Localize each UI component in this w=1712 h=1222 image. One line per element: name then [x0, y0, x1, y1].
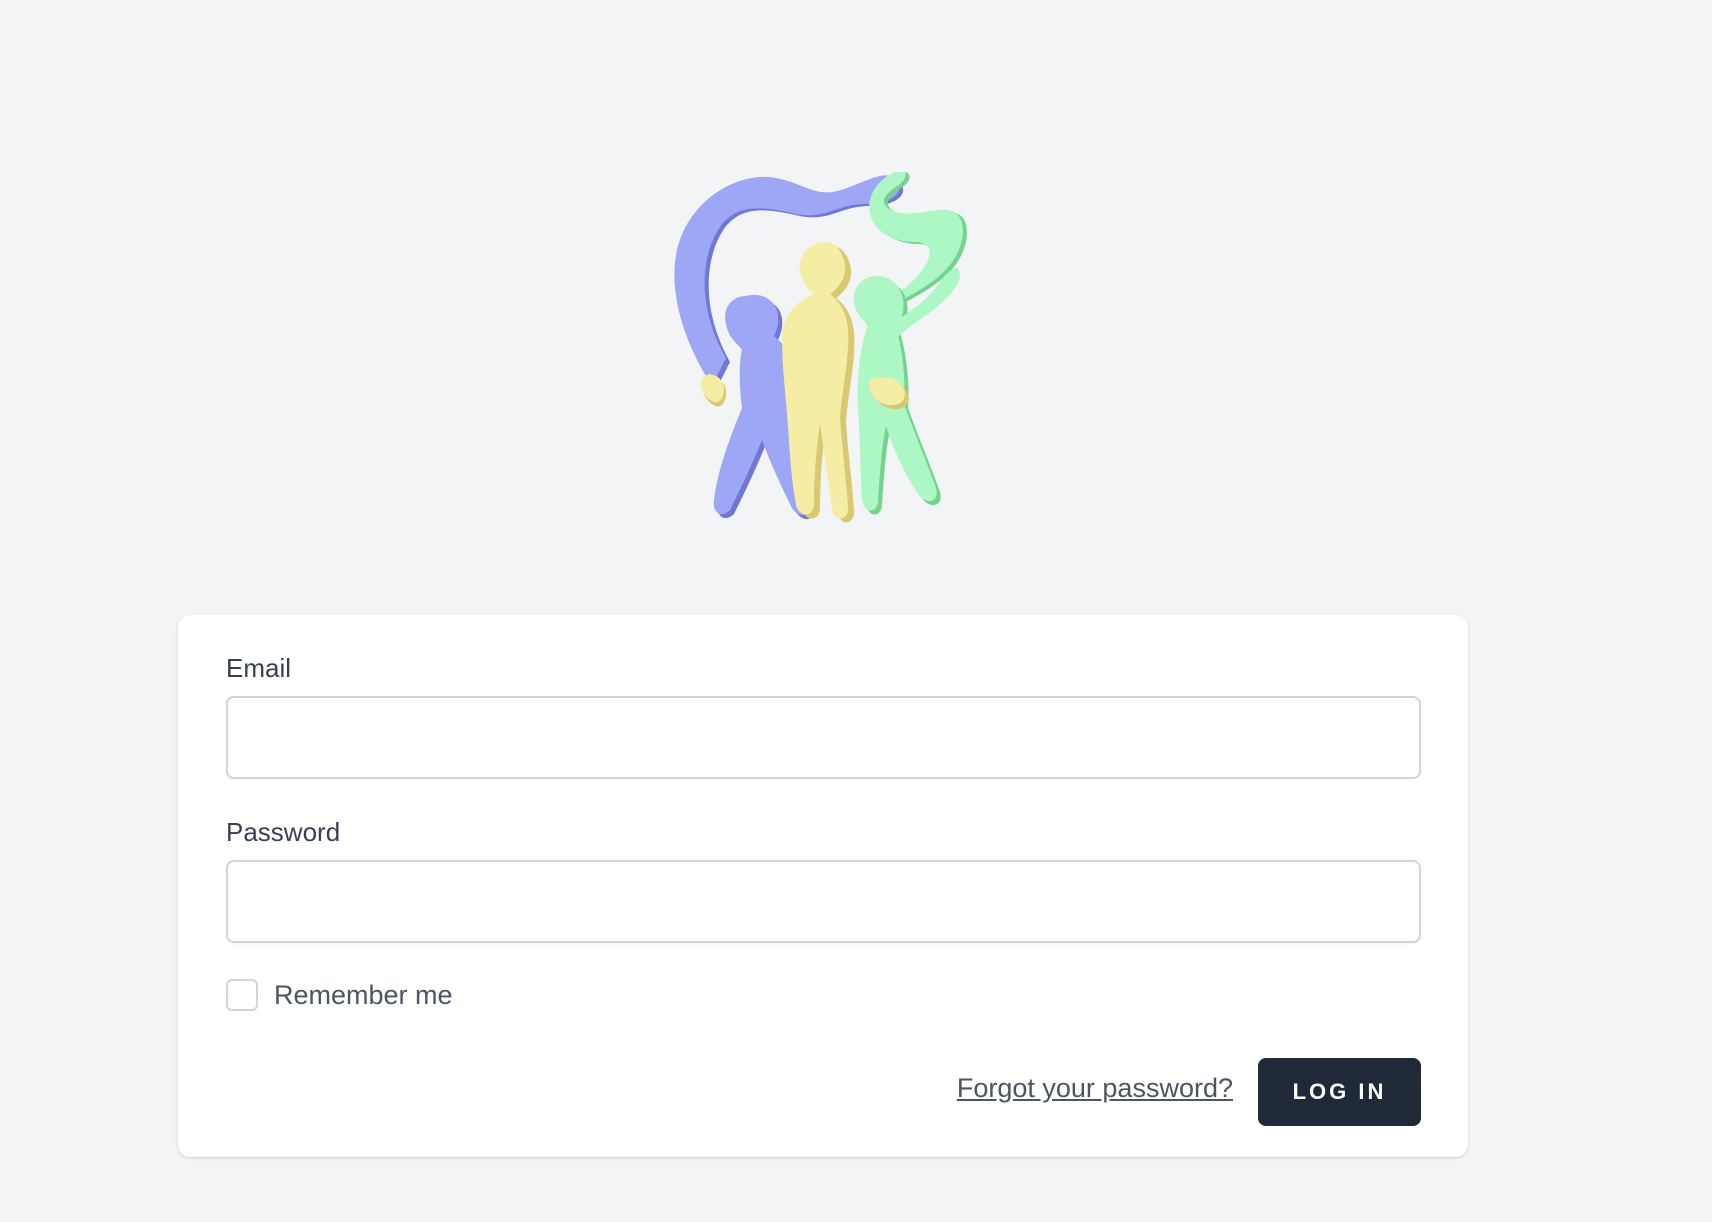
password-input[interactable]	[226, 860, 1421, 943]
app-logo	[660, 172, 1006, 532]
login-button[interactable]: LOG IN	[1258, 1058, 1421, 1126]
family-logo-icon	[674, 172, 967, 523]
email-input[interactable]	[226, 696, 1421, 779]
password-label: Password	[226, 817, 341, 847]
forgot-password-link[interactable]: Forgot your password?	[957, 1071, 1233, 1105]
remember-me-checkbox[interactable]	[226, 979, 258, 1011]
email-label: Email	[226, 653, 292, 683]
remember-me-row[interactable]: Remember me	[226, 979, 453, 1011]
login-card: Email Password Remember me Forgot your p…	[178, 615, 1468, 1157]
remember-me-label: Remember me	[274, 980, 453, 1010]
